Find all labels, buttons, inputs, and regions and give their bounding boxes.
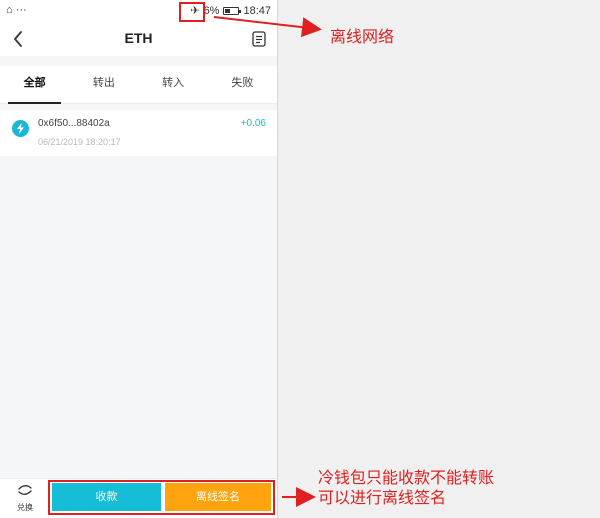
highlight-airplane-mode [179, 2, 205, 22]
tx-time: 06/21/2019 18:20:17 [38, 137, 121, 147]
transaction-list: 0x6f50...88402a 06/21/2019 18:20:17 +0.0… [0, 110, 277, 156]
page-title: ETH [124, 30, 153, 46]
lightning-icon [12, 120, 29, 137]
tab-failed[interactable]: 失败 [208, 66, 277, 103]
exchange-label: 兑换 [17, 503, 33, 512]
tx-amount: +0.06 [240, 118, 266, 129]
annotation-cold-wallet: 冷钱包只能收款不能转账 可以进行离线签名 [318, 468, 494, 508]
battery-icon [223, 6, 242, 15]
nav-bar: ETH [0, 22, 277, 56]
status-left-indicators: ⌂ ··· [6, 4, 27, 16]
document-icon [252, 31, 266, 47]
phone-screen: ⌂ ··· ✈ 6% 18:47 ETH 全部 转出 转入 失败 0x6f50.… [0, 0, 278, 518]
tab-all[interactable]: 全部 [0, 66, 69, 104]
tx-address: 0x6f50...88402a [38, 118, 110, 129]
status-bar: ⌂ ··· ✈ 6% 18:47 [0, 0, 277, 22]
exchange-button[interactable]: 兑换 [10, 483, 40, 513]
records-button[interactable] [249, 28, 269, 50]
exchange-icon [18, 485, 32, 495]
highlight-bottom-buttons [48, 480, 275, 515]
annotation-offline-network: 离线网络 [330, 27, 395, 46]
annotation-line-1: 冷钱包只能收款不能转账 [318, 468, 495, 487]
tx-filter-tabs: 全部 转出 转入 失败 [0, 66, 277, 104]
annotation-line-2: 可以进行离线签名 [318, 488, 447, 507]
tab-outgoing[interactable]: 转出 [69, 66, 138, 103]
list-item[interactable]: 0x6f50...88402a 06/21/2019 18:20:17 +0.0… [0, 110, 277, 156]
status-time: 18:47 [243, 4, 271, 17]
battery-percent: 6% [203, 4, 220, 17]
tab-incoming[interactable]: 转入 [139, 66, 208, 103]
